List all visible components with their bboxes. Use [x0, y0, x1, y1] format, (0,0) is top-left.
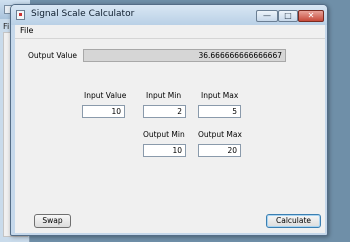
- window-title: Signal Scale Calculator: [31, 9, 135, 19]
- content-panel: Output Value 36.666666666666667 Input Va…: [15, 38, 325, 233]
- menu-file[interactable]: File: [18, 26, 35, 35]
- minimize-icon[interactable]: —: [256, 10, 278, 22]
- input-min-field[interactable]: [143, 105, 186, 118]
- maximize-icon[interactable]: □: [278, 10, 298, 22]
- input-min-label: Input Min: [146, 91, 182, 100]
- output-min-field[interactable]: [143, 144, 186, 157]
- titlebar[interactable]: Signal Scale Calculator — □ ✕: [11, 5, 327, 25]
- input-value-field[interactable]: [82, 105, 125, 118]
- input-value-label: Input Value: [84, 91, 127, 100]
- output-value-label: Output Value: [28, 51, 78, 60]
- close-icon[interactable]: ✕: [298, 10, 324, 22]
- swap-button[interactable]: Swap: [34, 214, 71, 228]
- output-max-field[interactable]: [198, 144, 241, 157]
- input-max-field[interactable]: [198, 105, 241, 118]
- output-min-label: Output Min: [143, 130, 185, 139]
- calculate-button[interactable]: Calculate: [266, 214, 321, 228]
- app-window-icon: [16, 10, 25, 20]
- input-max-label: Input Max: [201, 91, 239, 100]
- main-window: Signal Scale Calculator — □ ✕ File Outpu…: [10, 4, 328, 236]
- output-max-label: Output Max: [198, 130, 242, 139]
- menu-bar: File: [15, 25, 325, 38]
- output-value-field: 36.666666666666667: [83, 49, 286, 62]
